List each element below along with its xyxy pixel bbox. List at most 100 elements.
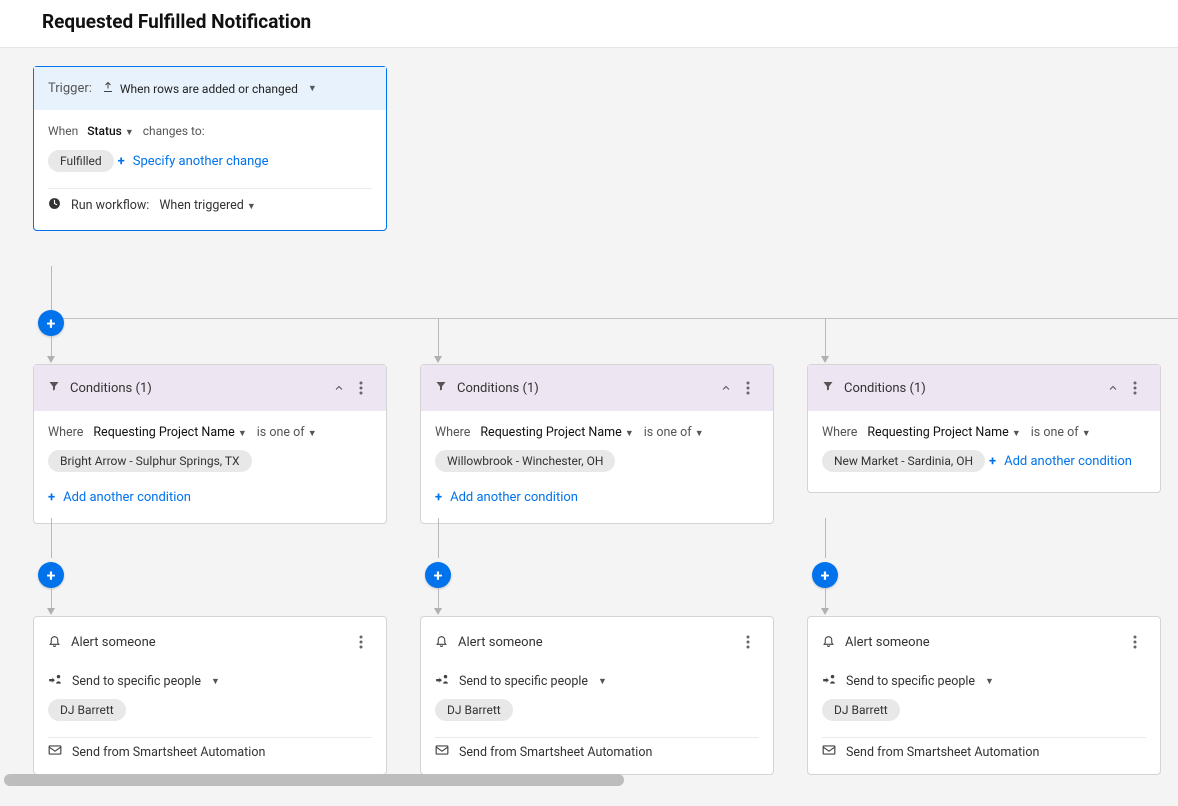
conditions-header[interactable]: Conditions (1) — [421, 365, 773, 411]
condition-field-select[interactable]: Requesting Project Name ▼ — [867, 425, 1020, 440]
add-step-button[interactable]: + — [812, 562, 838, 588]
arrow-down-icon — [434, 356, 442, 363]
where-label: Where — [48, 425, 83, 440]
envelope-check-icon — [48, 744, 62, 760]
filter-icon — [435, 380, 447, 396]
condition-row: Where Requesting Project Name ▼ is one o… — [822, 425, 1146, 440]
condition-op-select[interactable]: is one of ▼ — [644, 425, 704, 440]
recipient-chip[interactable]: DJ Barrett — [48, 699, 126, 721]
specify-another-change-button[interactable]: + Specify another change — [118, 154, 269, 169]
send-from-row[interactable]: Send from Smartsheet Automation — [822, 744, 1146, 760]
when-field-select[interactable]: Status ▼ — [87, 124, 133, 138]
run-workflow-select[interactable]: When triggered ▼ — [159, 198, 255, 213]
condition-field-select[interactable]: Requesting Project Name ▼ — [480, 425, 633, 440]
more-options-button[interactable] — [350, 377, 372, 399]
more-options-button[interactable] — [1124, 377, 1146, 399]
kebab-icon — [1133, 381, 1137, 395]
add-condition-button[interactable]: + Add another condition — [48, 490, 191, 505]
caret-down-icon: ▼ — [985, 676, 994, 687]
caret-down-icon: ▼ — [247, 202, 256, 212]
collapse-button[interactable] — [1102, 377, 1124, 399]
plus-icon: + — [989, 454, 996, 469]
kebab-icon — [1133, 635, 1137, 649]
page-title: Requested Fulfilled Notification — [0, 0, 1178, 47]
alert-card[interactable]: Alert someone Send to specific people ▼ … — [420, 616, 774, 775]
specify-another-change-label: Specify another change — [133, 154, 269, 169]
people-arrow-icon — [435, 673, 449, 689]
run-workflow-row: Run workflow: When triggered ▼ — [48, 197, 372, 214]
conditions-header[interactable]: Conditions (1) — [34, 365, 386, 411]
collapse-button[interactable] — [715, 377, 737, 399]
caret-down-icon: ▼ — [238, 429, 247, 439]
trigger-value-chip[interactable]: Fulfilled — [48, 150, 114, 172]
recipient-chip[interactable]: DJ Barrett — [822, 699, 900, 721]
chevron-up-icon — [720, 382, 732, 394]
connector-line — [438, 518, 439, 558]
filter-icon — [48, 380, 60, 396]
connector-line — [438, 318, 439, 358]
people-arrow-icon — [822, 673, 836, 689]
plus-icon: + — [118, 154, 125, 169]
send-to-label: Send to specific people — [846, 674, 975, 689]
connector-line — [51, 588, 52, 610]
upload-icon — [102, 81, 114, 96]
trigger-type-label: When rows are added or changed — [120, 82, 298, 96]
alert-card[interactable]: Alert someone Send to specific people ▼ … — [807, 616, 1161, 775]
condition-value-chip[interactable]: Willowbrook - Winchester, OH — [435, 450, 615, 472]
kebab-icon — [359, 635, 363, 649]
filter-icon — [822, 380, 834, 396]
add-condition-button[interactable]: + Add another condition — [989, 454, 1132, 469]
send-from-row[interactable]: Send from Smartsheet Automation — [48, 744, 372, 760]
add-step-button[interactable]: + — [425, 562, 451, 588]
arrow-down-icon — [47, 608, 55, 615]
send-to-row[interactable]: Send to specific people ▼ — [435, 673, 759, 689]
add-step-button[interactable]: + — [38, 562, 64, 588]
more-options-button[interactable] — [737, 631, 759, 653]
condition-value-chip[interactable]: Bright Arrow - Sulphur Springs, TX — [48, 450, 252, 472]
arrow-down-icon — [821, 608, 829, 615]
alert-title: Alert someone — [71, 635, 156, 650]
condition-op-select[interactable]: is one of ▼ — [257, 425, 317, 440]
trigger-type-select[interactable]: When rows are added or changed ▼ — [102, 81, 317, 96]
trigger-card[interactable]: Trigger: When rows are added or changed … — [33, 66, 387, 231]
trigger-header[interactable]: Trigger: When rows are added or changed … — [34, 67, 386, 110]
caret-down-icon: ▼ — [211, 676, 220, 687]
where-label: Where — [435, 425, 470, 440]
more-options-button[interactable] — [737, 377, 759, 399]
horizontal-scrollbar[interactable] — [4, 774, 624, 786]
envelope-check-icon — [435, 744, 449, 760]
caret-down-icon: ▼ — [308, 429, 317, 439]
alert-card[interactable]: Alert someone Send to specific people ▼ … — [33, 616, 387, 775]
trigger-label: Trigger: — [48, 81, 92, 96]
condition-value-chip[interactable]: New Market - Sardinia, OH — [822, 450, 985, 472]
conditions-card[interactable]: Conditions (1) Where Requesting Project … — [807, 364, 1161, 493]
conditions-card[interactable]: Conditions (1) Where Requesting Project … — [33, 364, 387, 524]
more-options-button[interactable] — [1124, 631, 1146, 653]
conditions-header[interactable]: Conditions (1) — [808, 365, 1160, 411]
alert-header[interactable]: Alert someone — [421, 617, 773, 663]
condition-op-select[interactable]: is one of ▼ — [1031, 425, 1091, 440]
chevron-up-icon — [1107, 382, 1119, 394]
add-condition-button[interactable]: + Add another condition — [435, 490, 578, 505]
envelope-check-icon — [822, 744, 836, 760]
connector-line — [51, 266, 52, 298]
alert-header[interactable]: Alert someone — [34, 617, 386, 663]
collapse-button[interactable] — [328, 377, 350, 399]
send-to-row[interactable]: Send to specific people ▼ — [48, 673, 372, 689]
condition-field-select[interactable]: Requesting Project Name ▼ — [93, 425, 246, 440]
recipient-chip[interactable]: DJ Barrett — [435, 699, 513, 721]
alert-title: Alert someone — [458, 635, 543, 650]
arrow-down-icon — [821, 356, 829, 363]
send-from-row[interactable]: Send from Smartsheet Automation — [435, 744, 759, 760]
alert-header[interactable]: Alert someone — [808, 617, 1160, 663]
conditions-card[interactable]: Conditions (1) Where Requesting Project … — [420, 364, 774, 524]
connector-line — [51, 336, 52, 358]
conditions-title: Conditions (1) — [457, 381, 539, 396]
where-label: Where — [822, 425, 857, 440]
connector-line — [51, 518, 52, 558]
add-branch-button[interactable]: + — [38, 310, 64, 336]
send-to-row[interactable]: Send to specific people ▼ — [822, 673, 1146, 689]
more-options-button[interactable] — [350, 631, 372, 653]
send-from-label: Send from Smartsheet Automation — [846, 745, 1039, 760]
caret-down-icon: ▼ — [1082, 429, 1091, 439]
